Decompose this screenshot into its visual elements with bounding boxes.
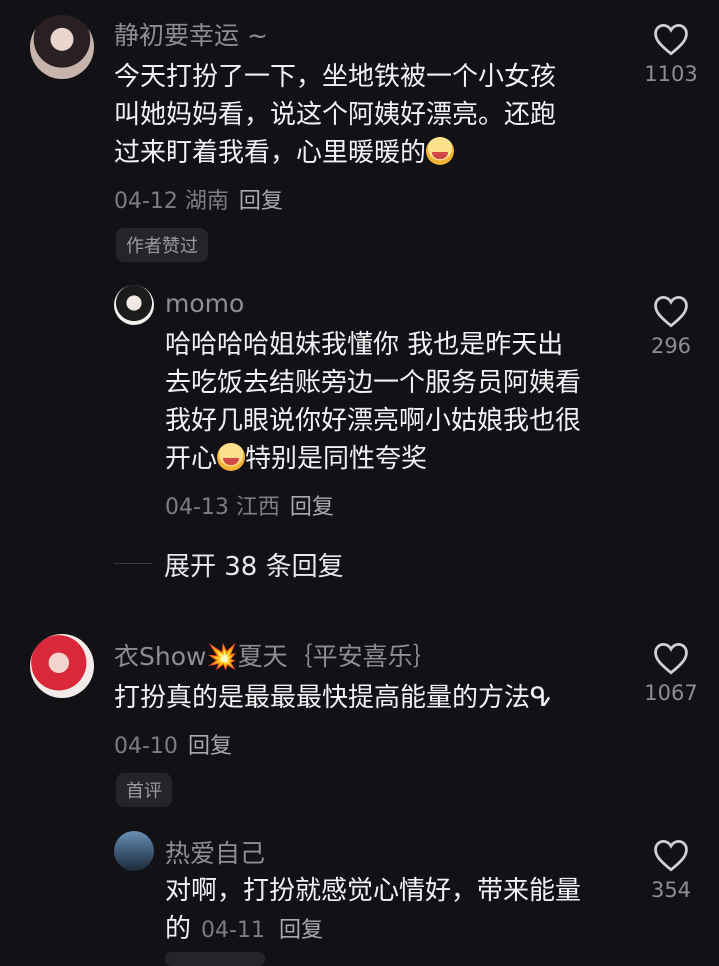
author-liked-badge: 作者赞过 — [116, 228, 208, 262]
date-location: 04-11 — [201, 918, 265, 943]
heart-outline-icon[interactable] — [652, 641, 690, 675]
heart-outline-icon[interactable] — [652, 294, 690, 328]
comment-meta: 04-12 湖南 回复 — [114, 183, 283, 215]
reply-button[interactable]: 回复 — [279, 918, 323, 943]
divider — [114, 563, 152, 564]
date-location: 04-12 湖南 — [114, 189, 229, 214]
date-location: 04-13 江西 — [165, 495, 280, 520]
avatar[interactable] — [114, 831, 154, 871]
reply-button[interactable]: 回复 — [290, 495, 334, 520]
reply-meta: 04-13 江西 回复 — [165, 489, 334, 521]
reply-username[interactable]: 热爱自己 — [165, 834, 265, 870]
reply-button[interactable]: 回复 — [188, 734, 232, 759]
comment-username[interactable]: 静初要幸运 ~ — [114, 16, 268, 52]
like-count: 354 — [650, 878, 692, 902]
like-button[interactable]: 1067 — [631, 641, 711, 705]
heart-outline-icon[interactable] — [652, 22, 690, 56]
reply-button[interactable]: 回复 — [239, 189, 283, 214]
comment-meta: 04-10 回复 — [114, 728, 232, 760]
comment-text: 打扮真的是最最最快提高能量的方法ᕴ — [114, 683, 552, 713]
avatar[interactable] — [30, 634, 94, 698]
cut-off-badge — [165, 952, 265, 966]
like-count: 1103 — [644, 62, 698, 86]
reply-text: 哈哈哈哈姐妹我懂你 我也是昨天出 去吃饭去结账旁边一个服务员阿姨看 我好几眼说你… — [165, 330, 582, 474]
comment-username[interactable]: 衣Show💥夏天｛平安喜乐｝ — [114, 637, 438, 673]
first-comment-badge: 首评 — [116, 773, 172, 807]
like-count: 1067 — [644, 681, 698, 705]
like-button[interactable]: 354 — [631, 838, 711, 902]
avatar[interactable] — [114, 285, 154, 325]
comment-text: 今天打扮了一下，坐地铁被一个小女孩 叫她妈妈看，说这个阿姨好漂亮。还跑 过来盯着… — [114, 62, 557, 168]
reply-text: 对啊，打扮就感觉心情好，带来能量 的 04-11 回复 — [165, 876, 582, 944]
like-button[interactable]: 1103 — [631, 22, 711, 86]
heart-outline-icon[interactable] — [652, 838, 690, 872]
expand-replies-label[interactable]: 展开 38 条回复 — [164, 546, 344, 583]
date-location: 04-10 — [114, 734, 178, 759]
crying-laugh-emoji-icon — [217, 443, 246, 471]
like-count: 296 — [650, 334, 692, 358]
like-button[interactable]: 296 — [631, 294, 711, 358]
avatar[interactable] — [30, 15, 94, 79]
reply-username[interactable]: momo — [165, 289, 244, 318]
crying-laugh-emoji-icon — [426, 137, 455, 165]
